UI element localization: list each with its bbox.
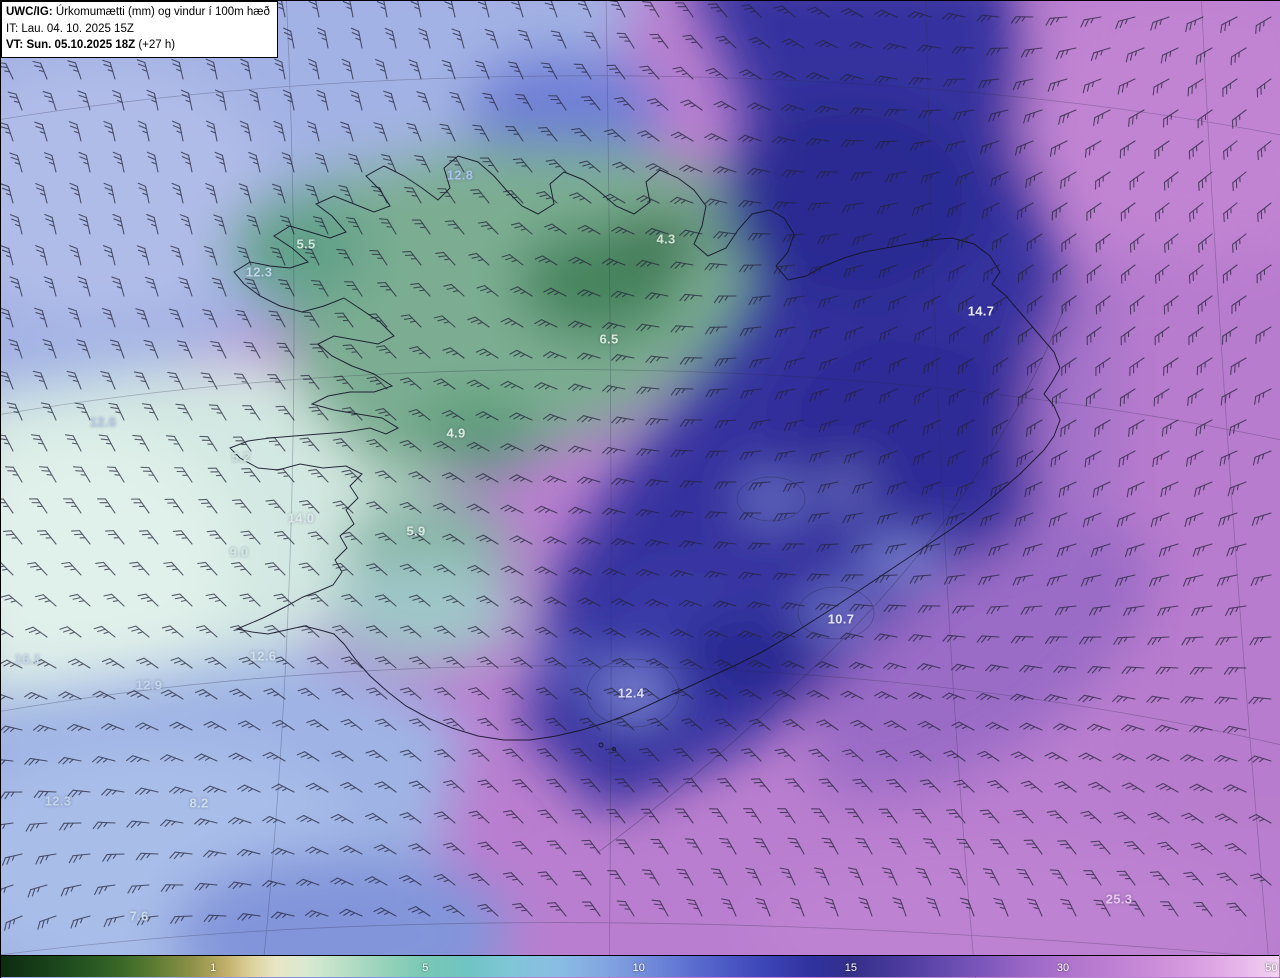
title-box: UWC/IG: Úrkomumætti (mm) og vindur í 100… (1, 1, 278, 59)
product-id-label: UWC/IG: (6, 6, 53, 18)
title-line-init-time: IT: Lau. 04. 10. 2025 15Z (6, 21, 270, 38)
title-line-valid-time: VT: Sun. 05.10.2025 18Z (+27 h) (6, 37, 270, 54)
colorbar-tick-label: 10 (632, 962, 645, 974)
precipitation-field-layer (1, 1, 1280, 978)
colorbar-tick-label: 1 (210, 962, 217, 974)
title-line-product: UWC/IG: Úrkomumætti (mm) og vindur í 100… (6, 4, 270, 21)
colorbar-tick-label: 30 (1056, 962, 1070, 974)
colorbar: 1 5 10 15 30 50 (1, 955, 1279, 977)
weather-map-viewport: 12.8 5.5 12.3 4.3 6.5 14.7 12.6 4.9 5.2 14.0 9.0 5.… (0, 0, 1280, 978)
valid-time: VT: Sun. 05.10.2025 18Z (6, 39, 136, 52)
product-title: Úrkomumætti (mm) og vindur í 100m hæð (55, 6, 270, 18)
valid-time-offset: (+27 h) (138, 39, 176, 52)
colorbar-tick-label: 5 (422, 962, 429, 974)
precipitation-wind-map-canvas (1, 1, 1280, 978)
colorbar-tick-label: 50 (1265, 962, 1278, 974)
colorbar-tick-label: 15 (844, 962, 857, 974)
init-time: IT: Lau. 04. 10. 2025 15Z (6, 22, 134, 35)
colorbar-tick-labels: 1 5 10 15 30 50 (1, 956, 1279, 977)
